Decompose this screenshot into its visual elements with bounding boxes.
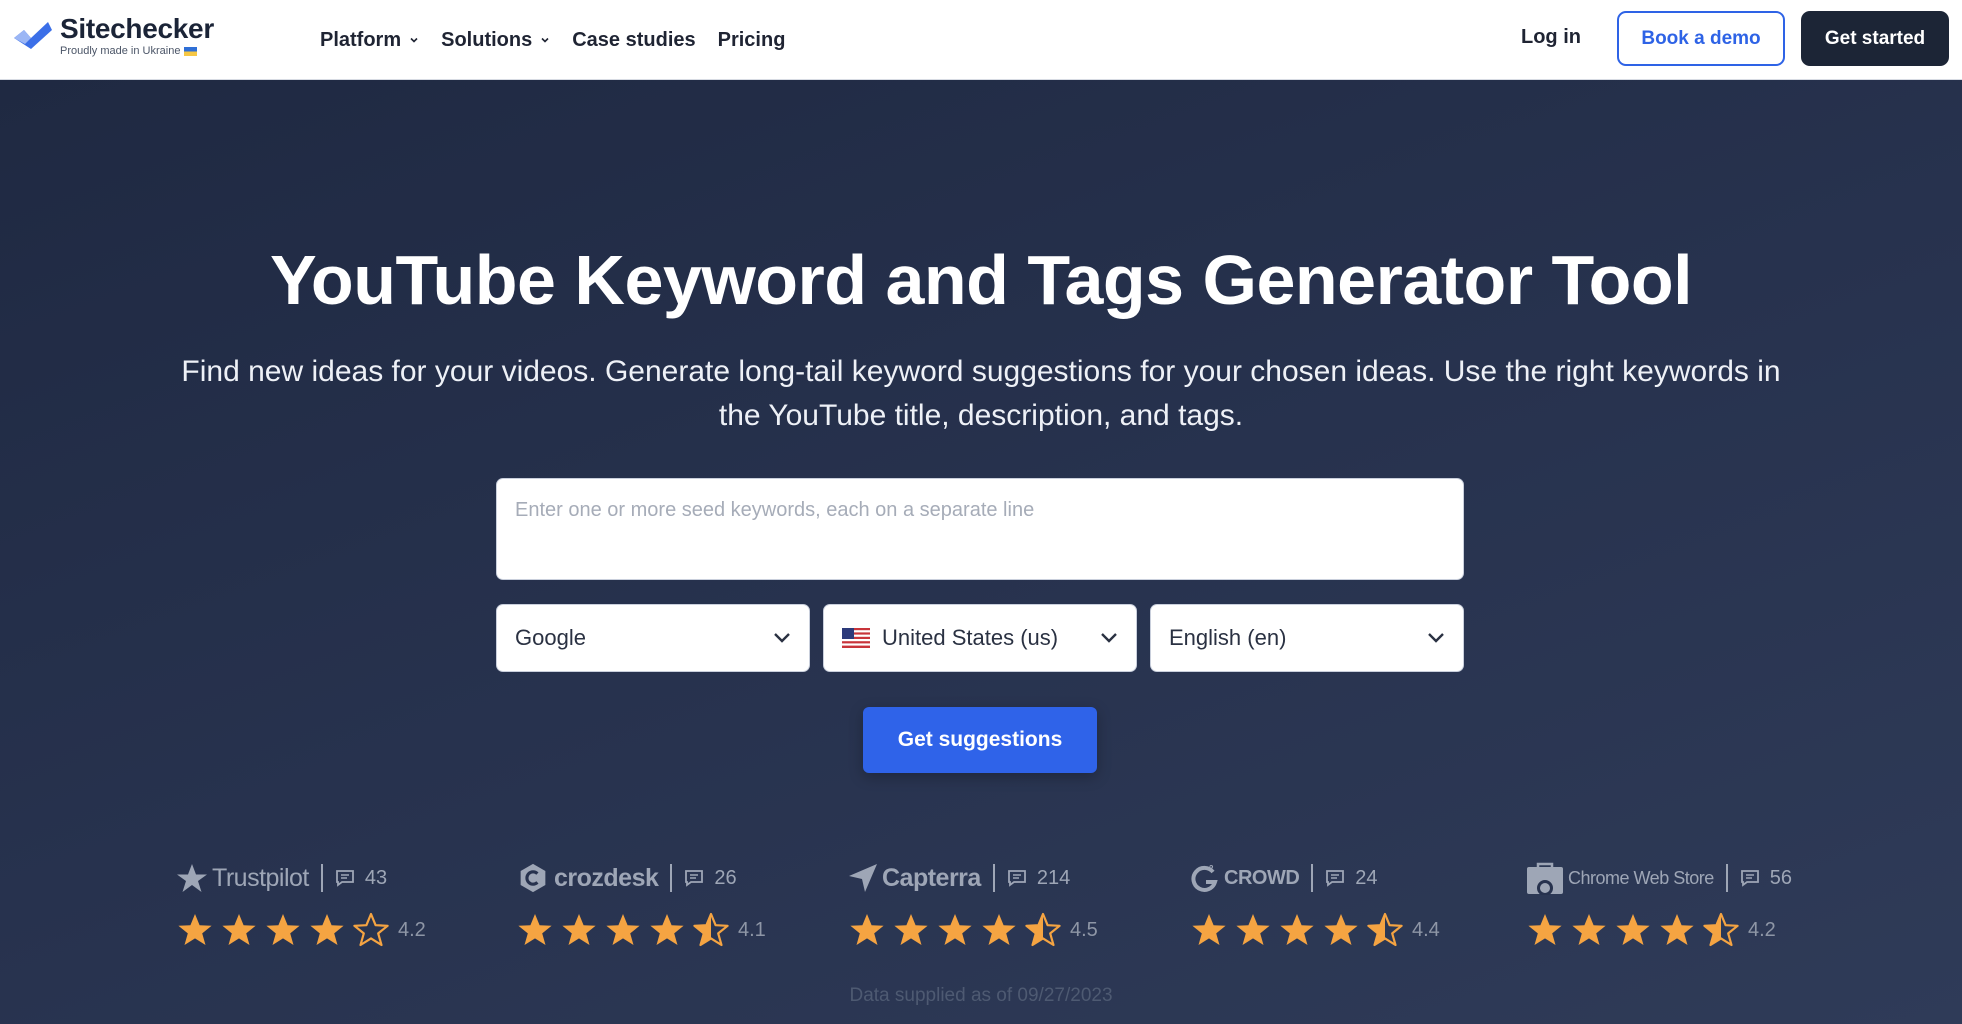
get-suggestions-button[interactable]: Get suggestions — [863, 707, 1097, 773]
star-rating: 4.5 — [848, 912, 1098, 948]
star-empty-icon — [353, 912, 389, 947]
divider — [320, 864, 323, 892]
star-full-icon — [222, 914, 256, 945]
nav-platform[interactable]: Platform — [320, 29, 419, 52]
star-full-icon — [562, 914, 596, 945]
star-full-icon — [1616, 914, 1650, 945]
rating-score: 4.4 — [1412, 918, 1440, 941]
nav-case-studies-label: Case studies — [572, 28, 696, 51]
divider — [670, 864, 673, 892]
star-full-icon — [1572, 914, 1606, 945]
page-title: YouTube Keyword and Tags Generator Tool — [269, 241, 1693, 319]
page-subtitle: Find new ideas for your videos. Generate… — [181, 355, 1781, 432]
divider — [992, 864, 995, 892]
rating-score: 4.2 — [398, 918, 426, 941]
hero-section: YouTube Keyword and Tags Generator Tool … — [0, 80, 1962, 1024]
chevron-down-icon — [410, 37, 418, 43]
divider — [1311, 864, 1314, 892]
country-select[interactable]: United States (us) — [823, 604, 1137, 672]
star-full-icon — [518, 914, 552, 945]
star-full-icon — [938, 914, 972, 945]
chevron-down-icon — [1428, 633, 1444, 643]
checkmark-logo-icon — [14, 22, 52, 49]
get-started-button[interactable]: Get started — [1801, 11, 1949, 66]
star-full-icon — [266, 914, 300, 945]
comment-icon — [1326, 870, 1345, 887]
review-count: 56 — [1769, 866, 1792, 889]
star-half-icon — [1703, 912, 1739, 947]
rating-score: 4.5 — [1070, 918, 1098, 941]
star-half-icon — [1367, 912, 1403, 947]
book-demo-button[interactable]: Book a demo — [1617, 11, 1785, 66]
login-link[interactable]: Log in — [1521, 26, 1581, 49]
main-nav: Platform Solutions Case studies Pricing — [320, 0, 807, 80]
logo-tagline: Proudly made in Ukraine — [60, 44, 214, 58]
star-full-icon — [1192, 914, 1226, 945]
trustpilot-star-icon — [177, 864, 207, 892]
data-supplied-note: Data supplied as of 09/27/2023 — [849, 985, 1113, 1006]
star-full-icon — [650, 914, 684, 945]
star-full-icon — [178, 914, 212, 945]
sitechecker-logo[interactable]: Sitechecker Proudly made in Ukraine — [12, 14, 214, 58]
nav-pricing[interactable]: Pricing — [718, 29, 786, 52]
country-value: United States (us) — [882, 625, 1059, 650]
star-rating: 4.2 — [1526, 912, 1776, 948]
review-count: 26 — [714, 866, 737, 889]
divider — [1725, 864, 1728, 892]
star-full-icon — [1660, 914, 1694, 945]
star-full-icon — [850, 914, 884, 945]
logo-tagline-text: Proudly made in Ukraine — [60, 45, 181, 57]
star-half-icon — [693, 912, 729, 947]
nav-pricing-label: Pricing — [717, 28, 786, 51]
star-full-icon — [310, 914, 344, 945]
rating-score: 4.2 — [1748, 918, 1776, 941]
rating-brand: Chrome Web Store — [1568, 867, 1714, 888]
comment-icon — [1740, 870, 1759, 887]
comment-icon — [685, 870, 704, 887]
star-rating: 4.1 — [516, 912, 766, 948]
star-rating: 4.2 — [176, 912, 426, 948]
rating-brand: Trustpilot — [212, 863, 309, 892]
comment-icon — [335, 870, 354, 887]
capterra-arrow-icon — [849, 864, 877, 892]
svg-text:2: 2 — [1209, 864, 1214, 873]
star-full-icon — [982, 914, 1016, 945]
star-full-icon — [1528, 914, 1562, 945]
chevron-down-icon — [774, 633, 790, 643]
rating-brand: crozdesk — [554, 863, 659, 892]
nav-solutions[interactable]: Solutions — [441, 29, 550, 52]
chevron-down-icon — [541, 37, 549, 43]
us-flag-icon — [842, 628, 870, 648]
star-full-icon — [1324, 914, 1358, 945]
search-engine-value: Google — [515, 625, 586, 650]
seed-keywords-input[interactable] — [496, 478, 1464, 580]
top-navigation-bar: Sitechecker Proudly made in Ukraine Plat… — [0, 0, 1962, 80]
review-count: 43 — [364, 866, 388, 889]
star-full-icon — [894, 914, 928, 945]
comment-icon — [1007, 870, 1026, 887]
star-rating: 4.4 — [1190, 912, 1440, 948]
nav-solutions-label: Solutions — [441, 28, 533, 51]
review-count: 214 — [1036, 866, 1071, 889]
rating-brand: CROWD — [1224, 866, 1300, 889]
chevron-down-icon — [1101, 633, 1117, 643]
star-half-icon — [1025, 912, 1061, 947]
language-select[interactable]: English (en) — [1150, 604, 1464, 672]
chrome-web-store-icon — [1527, 862, 1563, 895]
ukraine-flag-icon — [184, 46, 198, 56]
language-value: English (en) — [1169, 625, 1287, 650]
star-full-icon — [606, 914, 640, 945]
crozdesk-logo-icon — [520, 863, 546, 893]
g2-logo-icon: 2 — [1191, 864, 1218, 892]
review-count: 24 — [1355, 866, 1378, 889]
star-full-icon — [1236, 914, 1270, 945]
star-full-icon — [1280, 914, 1314, 945]
search-engine-select[interactable]: Google — [496, 604, 810, 672]
nav-case-studies[interactable]: Case studies — [572, 29, 695, 52]
rating-brand: Capterra — [882, 863, 981, 892]
nav-platform-label: Platform — [320, 28, 402, 51]
logo-title: Sitechecker — [60, 13, 214, 44]
rating-score: 4.1 — [738, 918, 766, 941]
